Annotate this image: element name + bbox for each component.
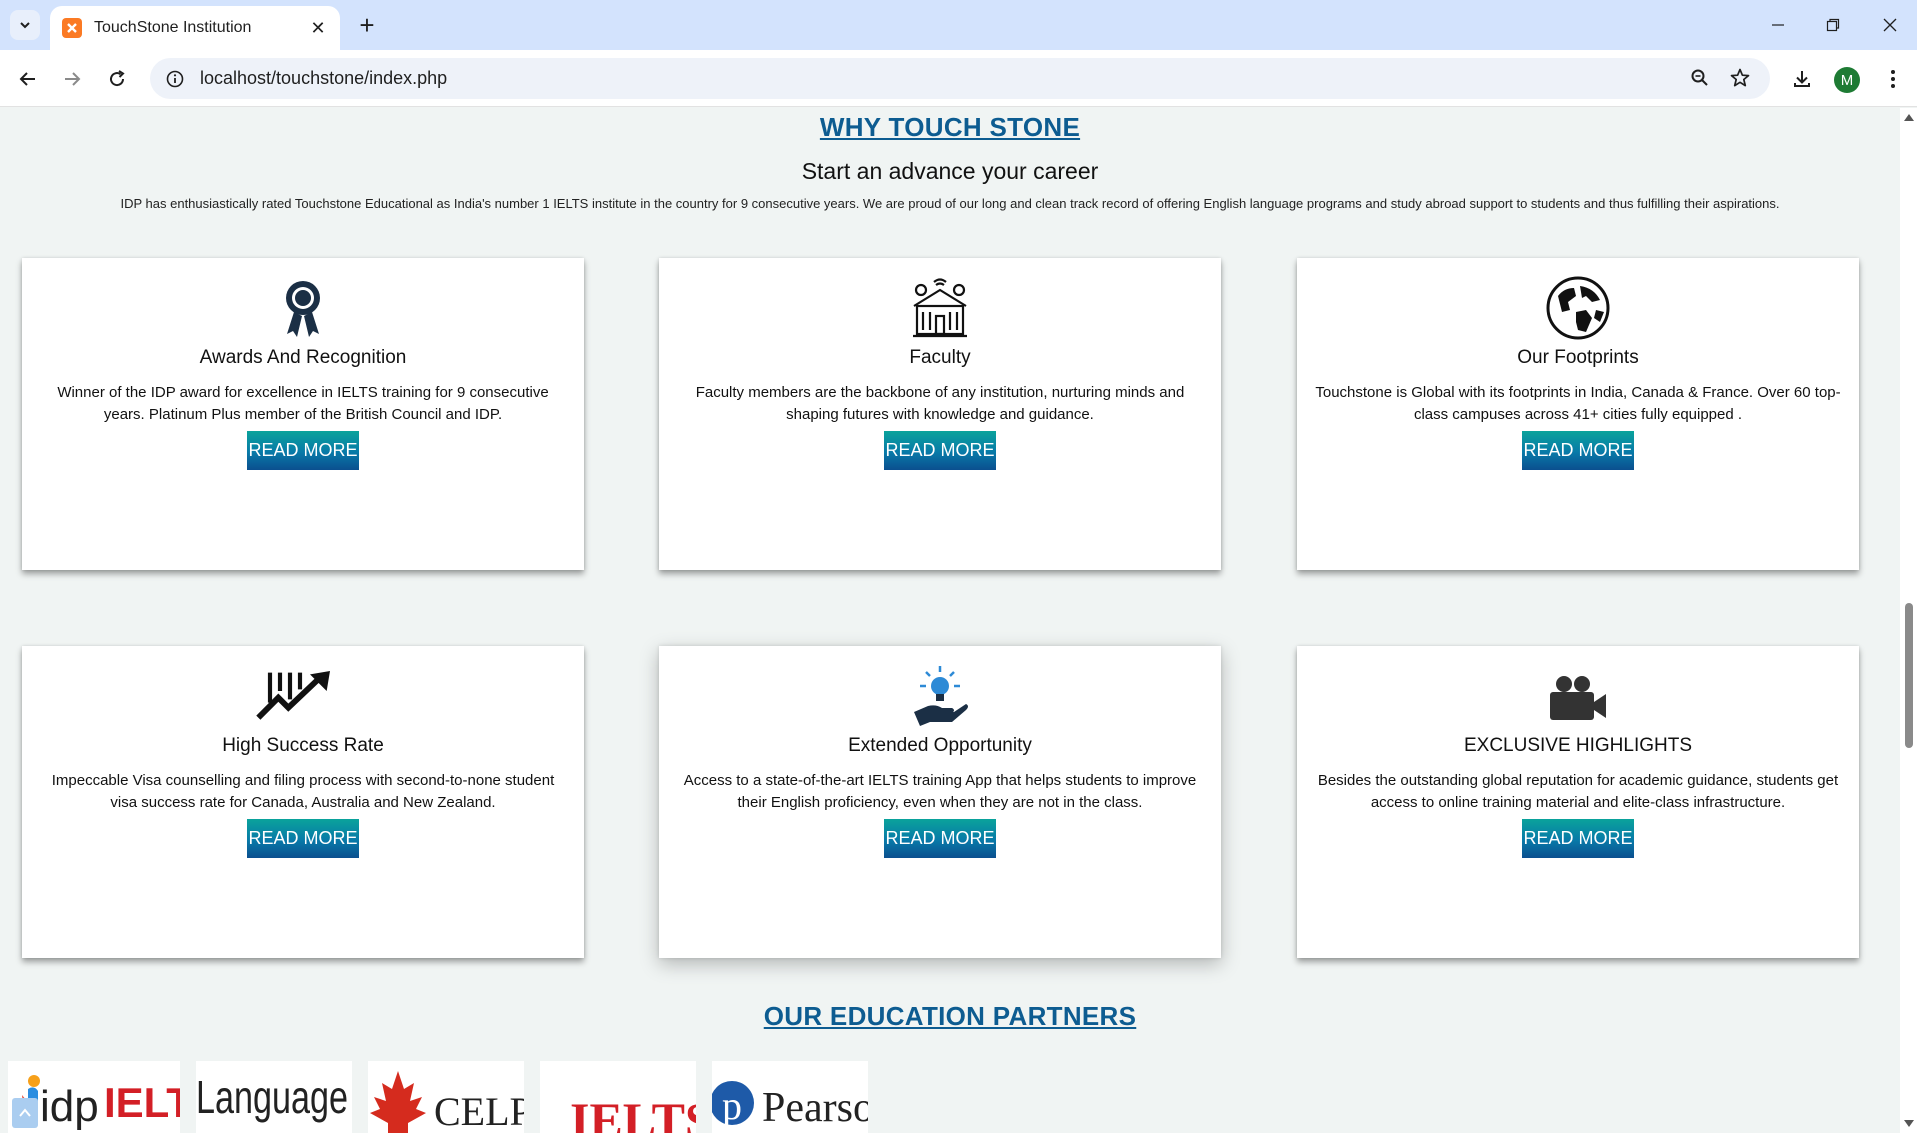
browser-menu-button[interactable]	[1877, 63, 1909, 95]
page-viewport: WHY TOUCH STONE Start an advance your ca…	[0, 108, 1900, 1133]
close-window-button[interactable]	[1870, 8, 1910, 42]
bookmark-button[interactable]	[1724, 62, 1756, 94]
reload-icon	[110, 70, 125, 87]
card-title: Extended Opportunity	[848, 735, 1032, 756]
page-scrollbar[interactable]	[1900, 108, 1917, 1133]
partners-strip: idp IELTS Language CELPIP IELTS p	[0, 1061, 1900, 1133]
site-info-icon[interactable]	[166, 70, 184, 88]
idea-hand-icon	[908, 664, 972, 728]
card-text: Impeccable Visa counselling and filing p…	[51, 772, 555, 811]
card-success-rate: High Success Rate Impeccable Visa counse…	[22, 646, 584, 958]
read-more-button[interactable]: READ MORE	[1522, 431, 1634, 470]
more-vertical-icon	[1891, 70, 1895, 88]
read-more-button[interactable]: READ MORE	[1522, 819, 1634, 858]
card-title: EXCLUSIVE HIGHLIGHTS	[1463, 735, 1693, 756]
close-icon	[1883, 18, 1897, 32]
new-tab-button[interactable]: +	[352, 10, 382, 40]
card-extended-opportunity: Extended Opportunity Access to a state-o…	[659, 646, 1221, 958]
scroll-up-arrow-icon[interactable]	[1904, 114, 1914, 121]
tab-close-icon[interactable]: ✕	[308, 18, 328, 39]
why-intro: IDP has enthusiastically rated Touchston…	[120, 196, 1780, 211]
tab-title: TouchStone Institution	[94, 19, 252, 36]
browser-tab-bar: TouchStone Institution ✕ +	[0, 0, 1917, 50]
svg-text:p: p	[722, 1083, 742, 1128]
card-footprints: Our Footprints Touchstone is Global with…	[1297, 258, 1859, 570]
growth-arrow-icon	[256, 664, 335, 728]
card-text: Faculty members are the backbone of any …	[695, 384, 1185, 423]
star-icon	[1730, 68, 1750, 87]
card-faculty: Faculty Faculty members are the backbone…	[659, 258, 1221, 570]
restore-button[interactable]	[1813, 8, 1853, 42]
zoom-icon	[1691, 69, 1708, 86]
url-text: localhost/touchstone/index.php	[200, 68, 448, 88]
forward-arrow-icon	[65, 72, 81, 86]
card-awards: Awards And Recognition Winner of the IDP…	[22, 258, 584, 570]
pearson-logo[interactable]: p Pearson	[712, 1061, 868, 1133]
card-text: Besides the outstanding global reputatio…	[1317, 772, 1839, 811]
card-text: Winner of the IDP award for excellence i…	[57, 384, 549, 423]
logo-language-text: Language	[196, 1071, 348, 1123]
card-text: Access to a state-of-the-art IELTS train…	[683, 772, 1197, 811]
back-arrow-icon	[19, 72, 35, 86]
card-title: Our Footprints	[1517, 347, 1639, 368]
restore-icon	[1826, 18, 1840, 32]
read-more-button[interactable]: READ MORE	[884, 819, 996, 858]
why-heading[interactable]: WHY TOUCH STONE	[0, 112, 1900, 143]
celpip-logo[interactable]: CELPIP	[368, 1061, 524, 1133]
why-subheading: Start an advance your career	[801, 158, 1099, 184]
tab-search-button[interactable]	[10, 10, 40, 40]
card-text: Touchstone is Global with its footprints…	[1315, 384, 1841, 423]
read-more-button[interactable]: READ MORE	[247, 431, 359, 470]
logo-celpip-text: CELPIP	[434, 1089, 524, 1133]
logo-ielts-text: IELTS	[104, 1079, 180, 1126]
download-icon	[1794, 71, 1810, 87]
address-bar[interactable]: localhost/touchstone/index.php	[150, 58, 1770, 99]
logo-ielts-red-text: IELTS	[570, 1092, 696, 1133]
scroll-down-arrow-icon[interactable]	[1904, 1120, 1914, 1127]
forward-button[interactable]	[56, 63, 88, 95]
minimize-icon	[1772, 24, 1784, 26]
profile-avatar[interactable]: M	[1834, 67, 1860, 93]
faculty-building-icon	[908, 276, 972, 340]
card-exclusive-highlights: EXCLUSIVE HIGHLIGHTS Besides the outstan…	[1297, 646, 1859, 958]
zoom-button[interactable]	[1684, 62, 1716, 94]
logo-idp-text: idp	[40, 1082, 99, 1131]
ielts-logo[interactable]: IELTS	[540, 1061, 696, 1133]
minimize-button[interactable]	[1758, 8, 1798, 42]
card-title: High Success Rate	[222, 735, 384, 756]
reload-button[interactable]	[101, 63, 133, 95]
logo-pearson-text: Pearson	[762, 1085, 868, 1131]
chevron-up-icon	[19, 1108, 31, 1117]
video-camera-icon	[1546, 664, 1610, 728]
browser-tab[interactable]: TouchStone Institution ✕	[50, 6, 340, 50]
read-more-button[interactable]: READ MORE	[884, 431, 996, 470]
award-ribbon-icon	[271, 276, 335, 340]
xampp-favicon-icon	[62, 18, 82, 38]
globe-icon	[1546, 276, 1610, 340]
back-button[interactable]	[12, 63, 44, 95]
language-cert-logo[interactable]: Language	[196, 1061, 352, 1133]
browser-toolbar: localhost/touchstone/index.php M	[0, 50, 1917, 107]
scroll-thumb[interactable]	[1905, 603, 1913, 748]
card-title: Awards And Recognition	[199, 347, 407, 368]
chevron-down-icon	[20, 22, 30, 29]
downloads-button[interactable]	[1786, 63, 1818, 95]
read-more-button[interactable]: READ MORE	[247, 819, 359, 858]
back-to-top-button[interactable]	[12, 1098, 38, 1128]
card-title: Faculty	[909, 347, 971, 368]
partners-heading[interactable]: OUR EDUCATION PARTNERS	[0, 1001, 1900, 1032]
